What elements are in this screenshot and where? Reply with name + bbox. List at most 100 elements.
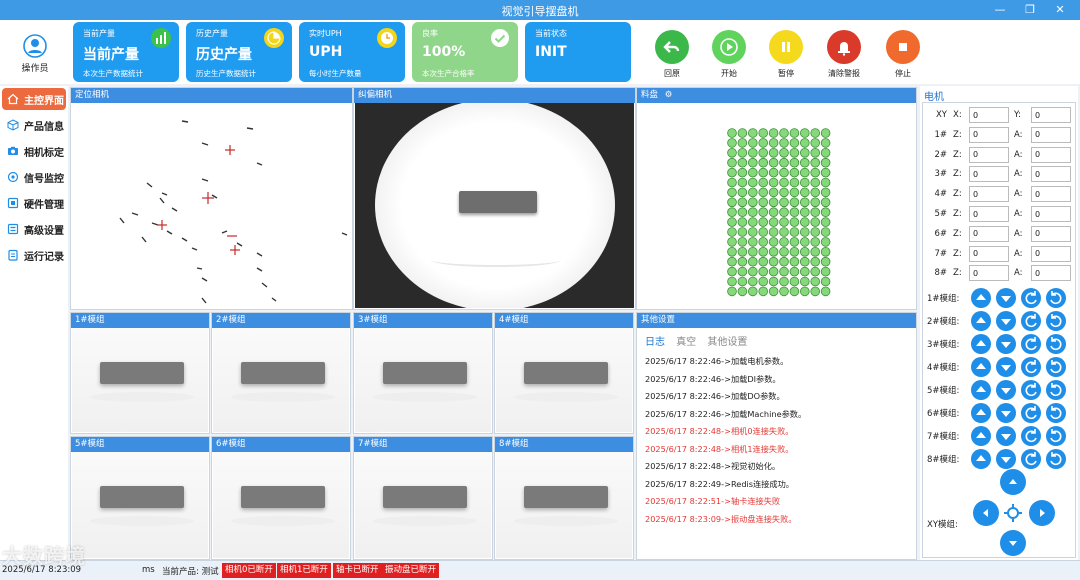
- module-camera-view[interactable]: [72, 452, 208, 558]
- module-camera-view[interactable]: [213, 452, 349, 558]
- tray-slot: [789, 128, 800, 138]
- module-camera-view[interactable]: [496, 328, 632, 432]
- module-3-down-button[interactable]: [996, 334, 1016, 354]
- axis-value-input[interactable]: [969, 166, 1009, 183]
- sidebar-item-records[interactable]: 运行记录: [2, 244, 66, 266]
- card-value: UPH: [309, 44, 343, 60]
- module-6-down-button[interactable]: [996, 403, 1016, 423]
- axis-value-input[interactable]: [969, 126, 1009, 143]
- module-6-rotate-cw-button[interactable]: [1046, 403, 1066, 423]
- gear-icon[interactable]: ⚙: [665, 90, 673, 100]
- jog-down-button[interactable]: [1000, 530, 1026, 556]
- module-camera-view[interactable]: [72, 328, 208, 432]
- module-2-down-button[interactable]: [996, 311, 1016, 331]
- tray-slot: [737, 187, 748, 198]
- maximize-button[interactable]: ❐: [1018, 2, 1042, 18]
- sidebar-item-advanced[interactable]: 高级设置: [2, 218, 66, 240]
- module-camera-view[interactable]: [355, 452, 491, 558]
- clear-alarm-button[interactable]: 清除警报: [824, 30, 864, 79]
- sidebar-item-hardware[interactable]: 硬件管理: [2, 192, 66, 214]
- module-7-rotate-ccw-button[interactable]: [1021, 426, 1041, 446]
- tab-other-settings[interactable]: 其他设置: [707, 337, 747, 348]
- axis-value-input[interactable]: [969, 245, 1009, 262]
- axis-value-input[interactable]: [1031, 107, 1071, 123]
- module-5-down-button[interactable]: [996, 380, 1016, 400]
- tab-vacuum[interactable]: 真空: [676, 337, 696, 348]
- tray-slot: [820, 138, 831, 148]
- operator-button[interactable]: 操作员: [14, 34, 56, 74]
- tray-slot: [820, 286, 831, 297]
- module-2-rotate-ccw-button[interactable]: [1021, 311, 1041, 331]
- tray-slot: [727, 187, 737, 198]
- jog-right-button[interactable]: [1029, 500, 1055, 526]
- module-5-up-button[interactable]: [971, 380, 991, 400]
- axis-value-input[interactable]: [1031, 146, 1071, 163]
- motor-row-label: XY: [935, 110, 947, 120]
- sidebar-item-main[interactable]: 主控界面: [2, 88, 66, 110]
- axis-value-input[interactable]: [1031, 166, 1071, 183]
- axis-value-input[interactable]: [969, 265, 1009, 282]
- stop-button[interactable]: 停止: [883, 30, 923, 79]
- axis-value-input[interactable]: [1031, 206, 1071, 222]
- rotate-ccw-icon: [1025, 406, 1037, 420]
- module-5-rotate-cw-button[interactable]: [1046, 380, 1066, 400]
- tray-slot: [748, 207, 758, 217]
- sidebar-item-product[interactable]: 产品信息: [2, 114, 66, 136]
- module-6-up-button[interactable]: [971, 403, 991, 423]
- module-3-rotate-cw-button[interactable]: [1046, 334, 1066, 354]
- module-2-rotate-cw-button[interactable]: [1046, 311, 1066, 331]
- module-4-rotate-ccw-button[interactable]: [1021, 357, 1041, 377]
- sidebar-item-signal[interactable]: 信号监控: [2, 166, 66, 188]
- sidebar-item-calibration[interactable]: 相机标定: [2, 140, 66, 162]
- module-7-up-button[interactable]: [971, 426, 991, 446]
- tray-slot: [779, 286, 789, 297]
- motor-row-label: 1#: [934, 129, 947, 140]
- correction-camera-view[interactable]: [355, 103, 634, 308]
- module-1-rotate-ccw-button[interactable]: [1021, 288, 1041, 308]
- module-8-down-button[interactable]: [996, 449, 1016, 469]
- pause-button[interactable]: 暂停: [766, 30, 806, 79]
- axis-value-input[interactable]: [969, 146, 1009, 163]
- positioning-camera-view[interactable]: [72, 103, 351, 308]
- minimize-button[interactable]: —: [988, 2, 1012, 18]
- title-bar: 视觉引导摆盘机 — ❐ ✕: [0, 0, 1080, 20]
- axis-value-input[interactable]: [1031, 126, 1071, 143]
- module-8-rotate-ccw-button[interactable]: [1021, 449, 1041, 469]
- axis-value-input[interactable]: [1031, 186, 1071, 203]
- axis-value-input[interactable]: [969, 225, 1009, 242]
- module-1-up-button[interactable]: [971, 288, 991, 308]
- module-3-up-button[interactable]: [971, 334, 991, 354]
- jog-center-icon[interactable]: [1003, 503, 1023, 523]
- module-8-up-button[interactable]: [971, 449, 991, 469]
- jog-left-button[interactable]: [973, 500, 999, 526]
- axis-value-input[interactable]: [1031, 265, 1071, 282]
- module-5-rotate-ccw-button[interactable]: [1021, 380, 1041, 400]
- module-4-rotate-cw-button[interactable]: [1046, 357, 1066, 377]
- module-4-down-button[interactable]: [996, 357, 1016, 377]
- axis-value-input[interactable]: [969, 206, 1009, 222]
- module-jog-row: 8#模组:: [923, 448, 1077, 470]
- module-4-up-button[interactable]: [971, 357, 991, 377]
- close-button[interactable]: ✕: [1048, 2, 1072, 18]
- module-6-rotate-ccw-button[interactable]: [1021, 403, 1041, 423]
- axis-value-input[interactable]: [969, 186, 1009, 203]
- module-1-down-button[interactable]: [996, 288, 1016, 308]
- start-button[interactable]: 开始: [709, 30, 749, 79]
- jog-up-button[interactable]: [1000, 469, 1026, 495]
- module-camera-view[interactable]: [355, 328, 491, 432]
- module-7-down-button[interactable]: [996, 426, 1016, 446]
- log-entry: 2025/6/17 8:22:46->加载电机参数。: [645, 356, 789, 366]
- module-7-rotate-cw-button[interactable]: [1046, 426, 1066, 446]
- module-panel-7: 7#模组: [353, 436, 493, 560]
- axis-value-input[interactable]: [969, 107, 1009, 123]
- home-return-button[interactable]: 回原: [652, 30, 692, 79]
- tab-log[interactable]: 日志: [645, 337, 665, 348]
- module-8-rotate-cw-button[interactable]: [1046, 449, 1066, 469]
- module-3-rotate-ccw-button[interactable]: [1021, 334, 1041, 354]
- axis-value-input[interactable]: [1031, 245, 1071, 262]
- module-camera-view[interactable]: [496, 452, 632, 558]
- module-camera-view[interactable]: [213, 328, 349, 432]
- module-1-rotate-cw-button[interactable]: [1046, 288, 1066, 308]
- axis-value-input[interactable]: [1031, 225, 1071, 242]
- module-2-up-button[interactable]: [971, 311, 991, 331]
